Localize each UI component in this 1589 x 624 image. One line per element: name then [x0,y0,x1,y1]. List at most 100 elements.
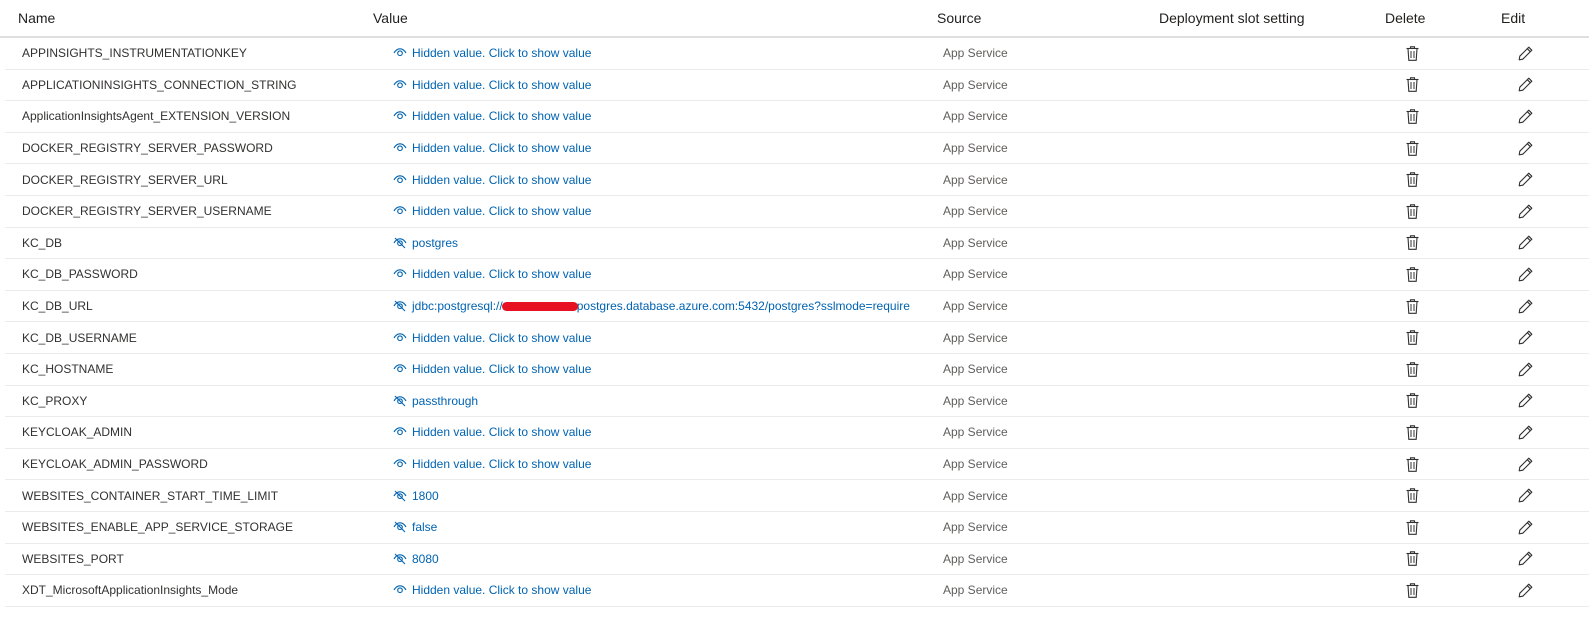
eye-icon [393,206,407,216]
pencil-icon[interactable] [1515,486,1535,506]
edit-cell [1505,75,1589,95]
setting-value-link[interactable]: Hidden value. Click to show value [377,109,941,123]
value-text-suffix: postgres.database.azure.com:5432/postgre… [576,299,910,314]
setting-name: DOCKER_REGISTRY_SERVER_USERNAME [22,204,272,219]
setting-value-link[interactable]: Hidden value. Click to show value [377,362,941,376]
setting-value-link[interactable]: postgres [377,236,941,250]
setting-source: App Service [943,77,1008,92]
pencil-icon[interactable] [1515,170,1535,190]
table-row: APPINSIGHTS_INSTRUMENTATIONKEY Hidden val… [5,38,1589,70]
trash-icon[interactable] [1402,328,1422,348]
trash-icon[interactable] [1402,138,1422,158]
setting-value-link[interactable]: 8080 [377,552,941,566]
trash-icon[interactable] [1402,454,1422,474]
delete-cell [1385,422,1505,442]
table-row: KC_PROXY passthrough App Service [5,386,1589,418]
trash-icon[interactable] [1402,201,1422,221]
pencil-icon[interactable] [1515,296,1535,316]
trash-icon[interactable] [1402,580,1422,600]
trash-icon[interactable] [1402,486,1422,506]
pencil-icon[interactable] [1515,454,1535,474]
setting-name: KC_HOSTNAME [22,362,114,377]
pencil-icon[interactable] [1515,422,1535,442]
delete-cell [1385,170,1505,190]
delete-cell [1385,106,1505,126]
trash-icon[interactable] [1402,264,1422,284]
trash-icon[interactable] [1402,517,1422,537]
setting-value-link[interactable]: 1800 [377,489,941,503]
setting-name: APPLICATIONINSIGHTS_CONNECTION_STRING [22,77,297,92]
trash-icon[interactable] [1402,75,1422,95]
trash-icon[interactable] [1402,391,1422,411]
pencil-icon[interactable] [1515,264,1535,284]
setting-source: App Service [943,457,1008,472]
column-header-source[interactable]: Source [937,10,1159,26]
table-row: KC_DB_URL jdbc:postgresql:// postgres.data… [5,291,1589,323]
trash-icon[interactable] [1402,422,1422,442]
value-text: false [412,520,438,535]
column-header-edit: Edit [1501,10,1526,26]
setting-source: App Service [943,362,1008,377]
pencil-icon[interactable] [1515,75,1535,95]
pencil-icon[interactable] [1515,359,1535,379]
table-row: DOCKER_REGISTRY_SERVER_PASSWORD Hidden va… [5,133,1589,165]
setting-source: App Service [943,488,1008,503]
edit-cell [1505,43,1589,63]
pencil-icon[interactable] [1515,43,1535,63]
trash-icon[interactable] [1402,549,1422,569]
delete-cell [1385,549,1505,569]
setting-value-link[interactable]: Hidden value. Click to show value [377,331,941,345]
trash-icon[interactable] [1402,43,1422,63]
setting-name: KC_DB_USERNAME [22,330,137,345]
pencil-icon[interactable] [1515,549,1535,569]
setting-value-link[interactable]: Hidden value. Click to show value [377,78,941,92]
setting-source: App Service [943,109,1008,124]
setting-value-link[interactable]: jdbc:postgresql:// postgres.database.azur… [377,299,941,313]
eye-icon [393,364,407,374]
setting-value-link[interactable]: Hidden value. Click to show value [377,173,941,187]
edit-cell [1505,170,1589,190]
delete-cell [1385,328,1505,348]
pencil-icon[interactable] [1515,391,1535,411]
edit-cell [1505,517,1589,537]
edit-cell [1505,359,1589,379]
value-text: Hidden value. Click to show value [412,172,592,187]
setting-value-link[interactable]: Hidden value. Click to show value [377,425,941,439]
pencil-icon[interactable] [1515,580,1535,600]
eye-hide-icon [393,237,407,249]
setting-value-link[interactable]: Hidden value. Click to show value [377,141,941,155]
pencil-icon[interactable] [1515,328,1535,348]
setting-value-link[interactable]: Hidden value. Click to show value [377,204,941,218]
pencil-icon[interactable] [1515,138,1535,158]
setting-value-link[interactable]: Hidden value. Click to show value [377,267,941,281]
pencil-icon[interactable] [1515,517,1535,537]
trash-icon[interactable] [1402,170,1422,190]
edit-cell [1505,454,1589,474]
column-header-name[interactable]: Name [18,10,373,26]
eye-icon [393,269,407,279]
setting-source: App Service [943,141,1008,156]
setting-value-link[interactable]: passthrough [377,394,941,408]
setting-value-link[interactable]: Hidden value. Click to show value [377,583,941,597]
setting-value-link[interactable]: false [377,520,941,534]
trash-icon[interactable] [1402,359,1422,379]
value-text: Hidden value. Click to show value [412,457,592,472]
setting-value-link[interactable]: Hidden value. Click to show value [377,46,941,60]
table-row: KEYCLOAK_ADMIN Hidden value. Click to sho… [5,417,1589,449]
setting-source: App Service [943,583,1008,598]
column-header-value[interactable]: Value [373,10,937,26]
setting-name: WEBSITES_ENABLE_APP_SERVICE_STORAGE [22,520,293,535]
edit-cell [1505,201,1589,221]
trash-icon[interactable] [1402,296,1422,316]
trash-icon[interactable] [1402,233,1422,253]
pencil-icon[interactable] [1515,201,1535,221]
pencil-icon[interactable] [1515,106,1535,126]
delete-cell [1385,43,1505,63]
eye-icon [393,459,407,469]
eye-hide-icon [393,521,407,533]
column-header-slot-setting[interactable]: Deployment slot setting [1159,10,1381,26]
value-text: postgres [412,235,459,250]
trash-icon[interactable] [1402,106,1422,126]
pencil-icon[interactable] [1515,233,1535,253]
setting-value-link[interactable]: Hidden value. Click to show value [377,457,941,471]
